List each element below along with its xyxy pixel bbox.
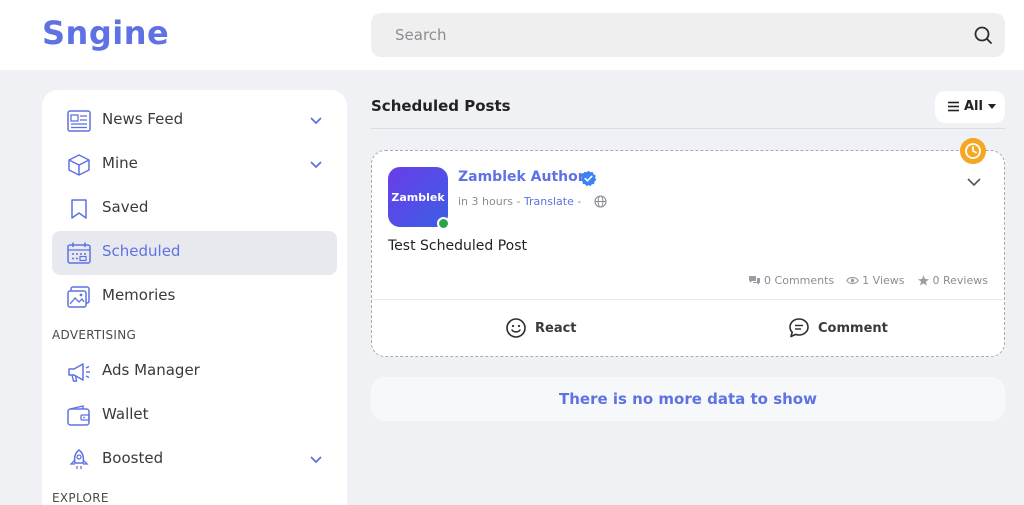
sidebar-item-label: Wallet [102,405,149,423]
post-divider [372,299,1004,300]
wallet-icon [67,405,90,426]
page-title: Scheduled Posts [371,97,511,115]
newspaper-icon [67,110,91,132]
chevron-down-icon[interactable] [309,158,323,172]
sidebar-item-ads-manager[interactable]: Ads Manager [52,350,337,394]
sidebar-item-label: Ads Manager [102,361,200,379]
filter-label: All [964,99,983,114]
sidebar-item-scheduled[interactable]: Scheduled [52,231,337,275]
star-icon [917,275,929,286]
sidebar-item-wallet[interactable]: Wallet [52,394,337,438]
comment-button[interactable]: Comment [788,314,888,342]
sidebar-item-news-feed[interactable]: News Feed [52,99,337,143]
globe-icon [594,195,607,208]
chevron-down-icon[interactable] [309,114,323,128]
divider [371,128,1005,129]
chevron-down-icon[interactable] [966,176,982,188]
online-status-dot [437,217,450,230]
sidebar-item-label: Mine [102,154,138,172]
sidebar-item-label: Boosted [102,449,164,467]
sidebar-item-label: Memories [102,286,176,304]
sidebar-item-saved[interactable]: Saved [52,187,337,231]
views-count: 1 Views [846,274,905,287]
react-button[interactable]: React [505,314,577,342]
search-icon[interactable] [973,25,993,45]
logo[interactable]: Sngine [42,14,169,52]
search-bar[interactable]: Search [371,13,1005,57]
sidebar-item-memories[interactable]: Memories [52,275,337,319]
no-more-data-message: There is no more data to show [371,377,1005,421]
post-meta: in 3 hours - Translate - [458,195,582,208]
top-header: Sngine Search [0,0,1024,70]
reviews-count[interactable]: 0 Reviews [917,274,988,287]
section-title-explore: EXPLORE [52,491,109,505]
comments-count[interactable]: 0 Comments [748,274,834,287]
clock-icon [960,138,986,164]
smile-icon [506,318,526,338]
cube-icon [68,154,90,176]
chevron-down-icon[interactable] [309,453,323,467]
react-label: React [535,320,577,336]
post-stats: 0 Comments 1 Views 0 Reviews [748,274,988,287]
eye-icon [846,276,860,285]
megaphone-icon [68,363,90,382]
sidebar-item-label: Saved [102,198,149,216]
comment-label: Comment [818,320,888,336]
post-card: Zamblek Zamblek Author in 3 hours - Tran… [371,150,1005,357]
rocket-icon [69,449,89,469]
comment-icon [789,318,809,338]
calendar-icon [67,242,91,264]
bookmark-icon [71,199,87,219]
comments-icon [749,276,761,285]
photos-icon [67,286,90,308]
translate-link[interactable]: Translate [524,195,574,208]
post-time[interactable]: in 3 hours [458,195,513,208]
post-author[interactable]: Zamblek Author [458,169,585,185]
verified-badge-icon [580,170,597,187]
sidebar-item-label: Scheduled [102,242,181,260]
sidebar-item-label: News Feed [102,110,184,128]
search-input[interactable]: Search [395,26,447,44]
sidebar-item-mine[interactable]: Mine [52,143,337,187]
section-title-advertising: ADVERTISING [52,328,137,342]
caret-down-icon [988,104,996,109]
filter-dropdown[interactable]: All [935,91,1005,123]
menu-icon [948,101,959,112]
post-text: Test Scheduled Post [388,238,527,254]
sidebar-item-boosted[interactable]: Boosted [52,438,337,482]
sidebar: News Feed Mine Saved Scheduled Memories … [42,90,347,505]
